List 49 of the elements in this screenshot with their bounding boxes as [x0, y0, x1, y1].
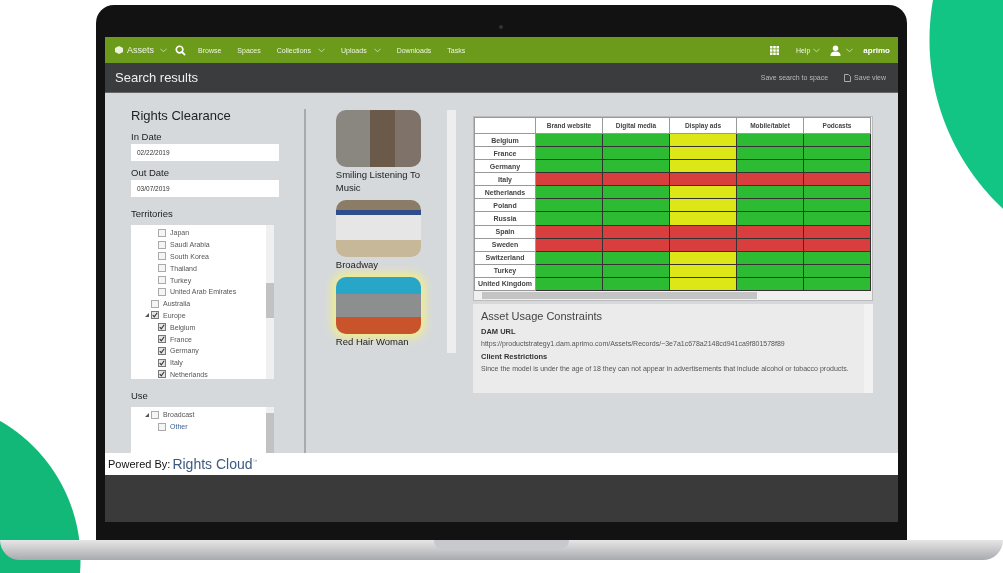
caret-icon: [317, 47, 325, 53]
checkbox[interactable]: [158, 358, 166, 367]
checkbox[interactable]: [151, 311, 159, 320]
scrollbar[interactable]: [446, 110, 456, 353]
expanded-arrow-icon[interactable]: [145, 313, 149, 318]
asset-title[interactable]: Smiling Listening To Music: [335, 168, 421, 194]
checkbox[interactable]: [158, 276, 166, 285]
apps-grid-icon[interactable]: [769, 45, 779, 55]
brand-logo: Rights Cloud$^{™}$: [172, 456, 258, 472]
caret-icon[interactable]: [160, 47, 167, 53]
caret-icon: [373, 47, 381, 53]
panel-title: Rights Clearance: [131, 108, 232, 123]
asset-title[interactable]: Red Hair Woman: [335, 335, 421, 348]
checkbox[interactable]: [158, 287, 166, 296]
checkbox[interactable]: [158, 370, 166, 379]
checkbox[interactable]: [151, 410, 159, 419]
user-icon[interactable]: [830, 44, 842, 56]
checkbox[interactable]: [158, 323, 166, 332]
page-title: Search results: [115, 70, 199, 85]
document-icon[interactable]: [844, 73, 852, 82]
section-label: Territories: [131, 208, 174, 219]
scrollbar[interactable]: [474, 291, 872, 300]
asset-title[interactable]: Broadway: [335, 258, 421, 271]
cube-icon: [115, 46, 123, 54]
caret-icon[interactable]: [846, 47, 854, 53]
photo-placeholder[interactable]: [335, 110, 421, 167]
panel-title: Asset Usage Constraints: [481, 310, 604, 322]
footer-label: Powered By:: [108, 458, 171, 470]
field-label: Out Date: [131, 167, 171, 178]
checkbox[interactable]: [158, 422, 166, 431]
camera-icon: [499, 25, 503, 29]
checkbox[interactable]: [158, 335, 166, 344]
photo-placeholder[interactable]: [335, 200, 421, 257]
checkbox[interactable]: [158, 228, 166, 237]
checkbox[interactable]: [158, 240, 166, 249]
caret-icon[interactable]: [813, 47, 821, 53]
expanded-arrow-icon[interactable]: [145, 412, 149, 417]
section-label: Use: [131, 390, 149, 401]
scrollbar[interactable]: [266, 225, 274, 379]
checkbox[interactable]: [158, 346, 166, 355]
checkbox[interactable]: [158, 264, 166, 273]
photo-placeholder[interactable]: [335, 277, 421, 334]
checkbox[interactable]: [158, 252, 166, 261]
logo: aprimo: [863, 45, 890, 55]
checkbox[interactable]: [151, 299, 159, 308]
search-icon[interactable]: [175, 44, 186, 56]
scrollbar[interactable]: [864, 304, 873, 393]
field-label: In Date: [131, 131, 163, 142]
scrollbar[interactable]: [266, 407, 274, 453]
